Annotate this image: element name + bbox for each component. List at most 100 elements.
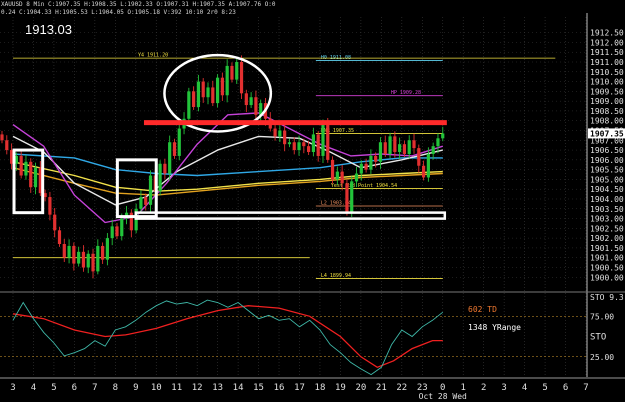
candle-body: [163, 163, 167, 174]
y-tick-label: 1900.50: [590, 263, 624, 272]
candle-body: [307, 146, 311, 153]
level-label: HP 1909.28: [391, 90, 421, 96]
x-tick-label: 3: [10, 383, 15, 393]
candle-body: [211, 87, 215, 104]
candle-body: [5, 140, 9, 151]
candle-body: [239, 62, 244, 94]
x-tick-label: 18: [315, 383, 326, 393]
x-tick-label: 8: [113, 383, 118, 393]
y-tick-label: 1903.00: [590, 215, 624, 224]
osc-tick-label: 75.00: [590, 312, 614, 321]
x-tick-label: 17: [294, 383, 305, 393]
y-tick-label: 1904.50: [590, 185, 624, 194]
candle-body: [77, 251, 81, 264]
candle-body: [24, 161, 28, 176]
candle-body: [407, 140, 411, 154]
candle-body: [120, 218, 124, 237]
x-tick-label: 15: [253, 383, 264, 393]
y-tick-label: 1904.00: [590, 195, 624, 204]
candle-body: [177, 128, 181, 156]
candle-body: [235, 62, 239, 80]
candle-body: [19, 155, 23, 176]
oscillator-panel: STO 9.3 25.00 75.00 STO 602 TD 1348 YRange: [0, 293, 624, 376]
level-label: Yest Mid Point 1904.54: [331, 183, 397, 189]
x-tick-label: 19: [335, 383, 346, 393]
x-tick-label: 3: [501, 383, 506, 393]
candle-body: [330, 159, 335, 180]
candle-body: [441, 133, 445, 139]
y-tick-label: 1901.00: [590, 254, 624, 263]
x-tick-label: 6: [72, 383, 77, 393]
candle-body: [57, 230, 62, 244]
x-tick-label: 9: [133, 383, 138, 393]
y-tick-label: 1900.00: [590, 273, 624, 282]
candle-body: [33, 167, 38, 188]
y-tick-label: 1912.00: [590, 38, 624, 47]
candle-body: [86, 253, 90, 268]
y-tick-label: 1911.50: [590, 48, 624, 57]
candle-body: [254, 97, 258, 115]
candle-body: [91, 253, 95, 272]
y-tick-label: 1902.00: [590, 234, 624, 243]
y-tick-label: 1910.50: [590, 68, 624, 77]
y-tick-label: 1901.50: [590, 244, 624, 253]
candle-body: [402, 144, 407, 154]
candle-body: [168, 142, 172, 174]
candle-body: [144, 197, 148, 205]
y-tick-label: 1906.50: [590, 146, 624, 155]
white_ma-line: [12, 135, 443, 206]
candle-body: [101, 245, 105, 260]
candles: [0, 55, 445, 279]
x-tick-label: 14: [233, 383, 244, 393]
candle-body: [431, 146, 435, 154]
x-tick-label: 16: [274, 383, 285, 393]
candle-body: [249, 97, 253, 106]
candle-body: [383, 142, 387, 154]
candle-body: [230, 65, 234, 80]
candle-body: [278, 130, 282, 137]
candle-body: [206, 87, 210, 98]
x-tick-label: 21: [376, 383, 387, 393]
candle-body: [340, 171, 344, 184]
candle-body: [172, 142, 177, 156]
candle-body: [0, 134, 4, 141]
x-tick-label: 4: [31, 383, 36, 393]
x-tick-label: 7: [92, 383, 97, 393]
x-tick-label: 13: [212, 383, 223, 393]
x-tick-label: 7: [583, 383, 588, 393]
candle-body: [62, 243, 66, 258]
candle-body: [417, 148, 421, 166]
candle-body: [29, 161, 33, 188]
level-label: Y4 1911.20: [138, 53, 168, 59]
candle-body: [72, 245, 76, 264]
candle-body: [196, 81, 201, 108]
candle-body: [96, 245, 100, 272]
highlight-box-left: [12, 148, 45, 215]
candle-body: [297, 142, 301, 151]
candle-body: [244, 93, 248, 106]
candle-body: [412, 140, 416, 149]
candle-body: [53, 214, 57, 231]
candle-body: [378, 142, 383, 162]
level-label: L4 1899.94: [321, 273, 351, 279]
chart-window: { "header": { "line1": "XAUUSD 8 Min C:1…: [0, 0, 625, 402]
candle-body: [158, 163, 162, 192]
osc-label-td: 602 TD: [468, 305, 497, 314]
candle-body: [393, 136, 397, 153]
y-tick-label: 1908.50: [590, 107, 624, 116]
candle-body: [426, 153, 430, 178]
candle-body: [350, 181, 354, 213]
candle-body: [354, 173, 359, 182]
candle-body: [292, 142, 296, 151]
candle-body: [187, 91, 191, 119]
candle-body: [369, 155, 373, 170]
chart-canvas: H0 1911.08Y4 1911.20HP 1909.28RNR 1907.3…: [0, 13, 625, 401]
x-tick-label: 20: [355, 383, 366, 393]
candle-body: [321, 124, 325, 156]
candle-body: [398, 144, 402, 153]
osc-tick-label: STO 9.3: [590, 293, 624, 302]
candle-body: [225, 65, 229, 96]
y-tick-label: 1912.50: [590, 29, 624, 38]
candle-body: [273, 128, 277, 137]
candle-body: [436, 138, 440, 147]
